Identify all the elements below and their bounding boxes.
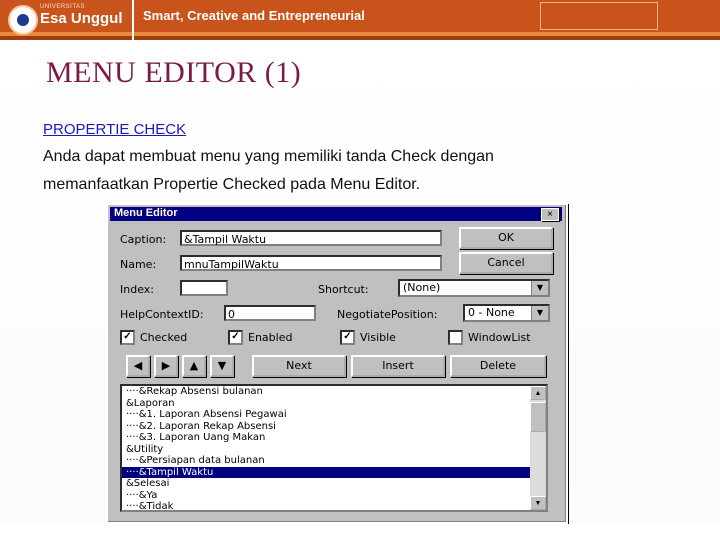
- windowlist-label: WindowList: [468, 331, 531, 344]
- next-button[interactable]: Next: [252, 355, 346, 377]
- list-item[interactable]: ····&3. Laporan Uang Makan: [122, 432, 546, 444]
- negotiate-label: NegotiatePosition:: [337, 308, 438, 321]
- dialog-title: Menu Editor: [114, 207, 178, 219]
- caption-label: Caption:: [120, 233, 167, 246]
- tagline: Smart, Creative and Entrepreneurial: [143, 8, 365, 23]
- checked-label: Checked: [140, 331, 188, 344]
- menu-items-list[interactable]: ····&Rekap Absensi bulanan &Laporan ····&1…: [120, 384, 548, 512]
- list-scrollbar[interactable]: ▲ ▼: [530, 386, 546, 510]
- index-label: Index:: [120, 283, 154, 296]
- negotiate-value: 0 - None: [468, 306, 515, 319]
- name-label: Name:: [120, 258, 157, 271]
- menu-editor-dialog: Menu Editor × Caption: &Tampil Waktu Nam…: [106, 203, 568, 524]
- helpcontext-field[interactable]: 0: [224, 305, 316, 321]
- list-item[interactable]: &Utility: [122, 444, 546, 456]
- checked-checkbox[interactable]: ✓: [120, 330, 135, 345]
- body-text-line: Anda dapat membuat menu yang memiliki ta…: [43, 148, 494, 165]
- list-item[interactable]: ····&Ya: [122, 490, 546, 502]
- menu-items-rows: ····&Rekap Absensi bulanan &Laporan ····&1…: [122, 386, 546, 510]
- list-item[interactable]: &Laporan: [122, 398, 546, 410]
- insert-button[interactable]: Insert: [351, 355, 445, 377]
- visible-label: Visible: [360, 331, 396, 344]
- header-banner: UNIVERSITAS Esa Unggul Smart, Creative a…: [0, 0, 720, 40]
- arrow-up-icon[interactable]: ▲: [182, 355, 206, 377]
- chevron-down-icon[interactable]: ▼: [531, 281, 548, 295]
- shortcut-label: Shortcut:: [318, 283, 369, 296]
- list-item[interactable]: ····&Tidak: [122, 501, 546, 510]
- close-icon[interactable]: ×: [541, 208, 559, 221]
- enabled-checkbox[interactable]: ✓: [228, 330, 243, 345]
- scroll-down-icon[interactable]: ▼: [530, 496, 546, 510]
- cancel-button[interactable]: Cancel: [459, 252, 553, 274]
- university-logo-icon: [8, 5, 38, 35]
- chevron-down-icon[interactable]: ▼: [531, 306, 548, 320]
- arrow-right-icon[interactable]: ▶: [154, 355, 178, 377]
- helpcontext-label: HelpContextID:: [120, 308, 204, 321]
- page-title: MENU EDITOR (1): [46, 56, 302, 89]
- list-item[interactable]: ····&Persiapan data bulanan: [122, 455, 546, 467]
- ok-button[interactable]: OK: [459, 227, 553, 249]
- caption-field[interactable]: &Tampil Waktu: [180, 230, 442, 246]
- visible-checkbox[interactable]: ✓: [340, 330, 355, 345]
- dialog-titlebar[interactable]: Menu Editor ×: [110, 207, 562, 221]
- arrow-down-icon[interactable]: ▼: [210, 355, 234, 377]
- shortcut-value: (None): [403, 281, 441, 294]
- scroll-up-icon[interactable]: ▲: [530, 386, 546, 400]
- list-item[interactable]: ····&Rekap Absensi bulanan: [122, 386, 546, 398]
- body-text-line: memanfaatkan Propertie Checked pada Menu…: [43, 176, 421, 193]
- list-item[interactable]: &Selesai: [122, 478, 546, 490]
- negotiate-dropdown[interactable]: 0 - None ▼: [463, 304, 550, 322]
- footer-bar: [0, 524, 720, 540]
- delete-button[interactable]: Delete: [450, 355, 546, 377]
- shortcut-dropdown[interactable]: (None) ▼: [398, 279, 550, 297]
- list-item[interactable]: ····&2. Laporan Rekap Absensi: [122, 421, 546, 433]
- section-link[interactable]: PROPERTIE CHECK: [43, 121, 186, 138]
- enabled-label: Enabled: [248, 331, 293, 344]
- banner-divider: [132, 0, 134, 40]
- scroll-thumb[interactable]: [530, 402, 546, 432]
- banner-decor-box: [540, 2, 658, 30]
- list-item[interactable]: ····&1. Laporan Absensi Pegawai: [122, 409, 546, 421]
- logo-text: Esa Unggul: [40, 10, 123, 27]
- index-field[interactable]: [180, 280, 228, 296]
- arrow-left-icon[interactable]: ◀: [126, 355, 150, 377]
- windowlist-checkbox[interactable]: [448, 330, 463, 345]
- list-item[interactable]: ····&Tampil Waktu: [122, 466, 546, 478]
- name-field[interactable]: mnuTampilWaktu: [180, 255, 442, 271]
